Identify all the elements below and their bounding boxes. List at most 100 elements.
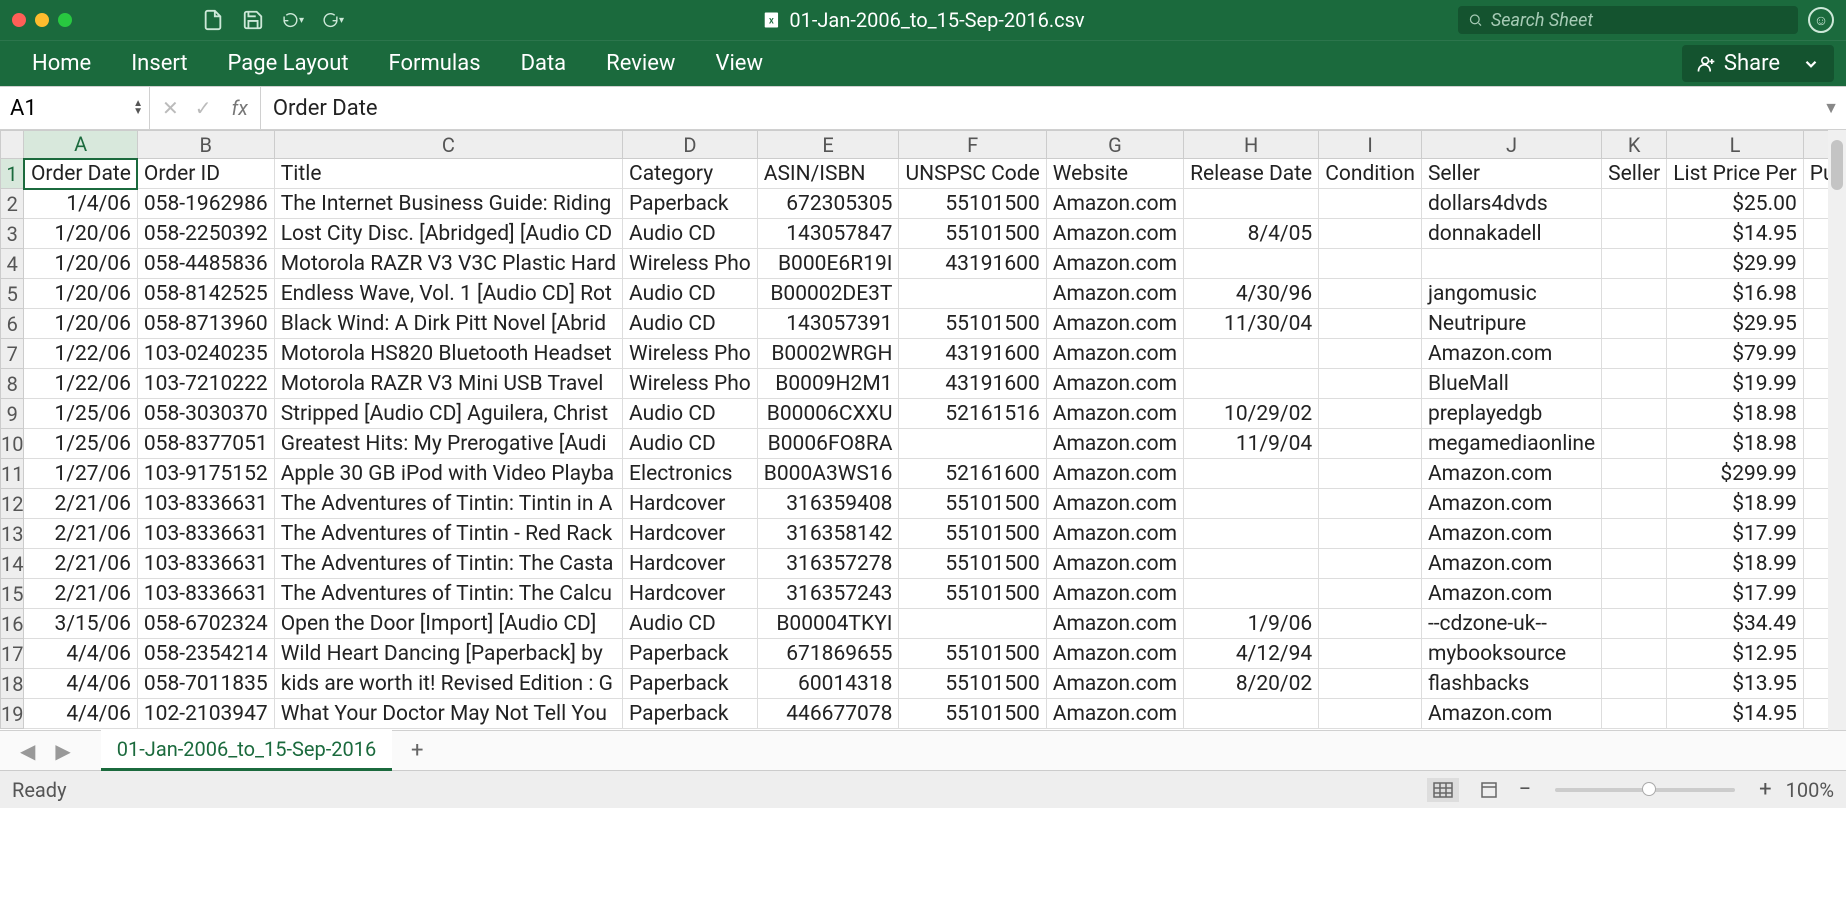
cell[interactable]: 55101500 bbox=[899, 699, 1046, 729]
cell[interactable]: 4/4/06 bbox=[24, 699, 137, 729]
cell[interactable]: The Adventures of Tintin - Red Rack bbox=[274, 519, 622, 549]
ribbon-tab-formulas[interactable]: Formulas bbox=[369, 41, 501, 86]
cell[interactable] bbox=[1319, 279, 1422, 309]
ribbon-tab-view[interactable]: View bbox=[695, 41, 783, 86]
cell[interactable]: What Your Doctor May Not Tell You bbox=[274, 699, 622, 729]
column-header-C[interactable]: C bbox=[274, 131, 622, 159]
cell[interactable]: Audio CD bbox=[623, 429, 758, 459]
row-header-5[interactable]: 5 bbox=[1, 279, 24, 309]
cell[interactable] bbox=[1602, 249, 1667, 279]
cell[interactable]: Amazon.com bbox=[1046, 429, 1183, 459]
cell[interactable]: $19.99 bbox=[1667, 369, 1804, 399]
cell[interactable]: 4/12/94 bbox=[1184, 639, 1319, 669]
cell[interactable]: Amazon.com bbox=[1421, 339, 1601, 369]
cell[interactable]: Amazon.com bbox=[1421, 459, 1601, 489]
cell[interactable] bbox=[1319, 219, 1422, 249]
cell[interactable]: The Adventures of Tintin: The Calcu bbox=[274, 579, 622, 609]
scrollbar-thumb[interactable] bbox=[1831, 140, 1843, 190]
zoom-slider[interactable] bbox=[1555, 788, 1735, 792]
name-box[interactable]: A1 ▲▼ bbox=[0, 87, 150, 129]
cell[interactable] bbox=[1602, 699, 1667, 729]
cell[interactable]: $18.98 bbox=[1667, 429, 1804, 459]
cell[interactable] bbox=[1319, 459, 1422, 489]
cell[interactable] bbox=[1319, 309, 1422, 339]
minimize-window-button[interactable] bbox=[35, 13, 49, 27]
select-all-corner[interactable] bbox=[1, 131, 24, 159]
row-header-9[interactable]: 9 bbox=[1, 399, 24, 429]
cell[interactable]: Amazon.com bbox=[1421, 489, 1601, 519]
cell[interactable]: Seller bbox=[1421, 159, 1601, 189]
cell[interactable]: Wild Heart Dancing [Paperback] by bbox=[274, 639, 622, 669]
cell[interactable]: Paperback bbox=[623, 189, 758, 219]
cell[interactable] bbox=[1319, 429, 1422, 459]
zoom-in-button[interactable]: + bbox=[1759, 777, 1771, 802]
cell[interactable]: 103-0240235 bbox=[137, 339, 274, 369]
cell[interactable]: 671869655 bbox=[757, 639, 899, 669]
column-header-I[interactable]: I bbox=[1319, 131, 1422, 159]
accept-formula-icon[interactable]: ✓ bbox=[195, 96, 212, 120]
cell[interactable]: 143057391 bbox=[757, 309, 899, 339]
row-header-12[interactable]: 12 bbox=[1, 489, 24, 519]
column-header-E[interactable]: E bbox=[757, 131, 899, 159]
cell[interactable]: Hardcover bbox=[623, 549, 758, 579]
zoom-thumb[interactable] bbox=[1642, 782, 1656, 796]
cell[interactable]: 11/30/04 bbox=[1184, 309, 1319, 339]
cell[interactable]: Amazon.com bbox=[1046, 249, 1183, 279]
cell[interactable] bbox=[899, 279, 1046, 309]
cell[interactable]: 1/4/06 bbox=[24, 189, 137, 219]
cell[interactable]: $25.00 bbox=[1667, 189, 1804, 219]
row-header-8[interactable]: 8 bbox=[1, 369, 24, 399]
cell[interactable] bbox=[1602, 429, 1667, 459]
cell[interactable]: Endless Wave, Vol. 1 [Audio CD] Rot bbox=[274, 279, 622, 309]
share-button[interactable]: Share bbox=[1682, 45, 1834, 82]
cell[interactable]: 1/25/06 bbox=[24, 429, 137, 459]
cell[interactable]: Release Date bbox=[1184, 159, 1319, 189]
row-header-18[interactable]: 18 bbox=[1, 669, 24, 699]
cell[interactable]: 1/20/06 bbox=[24, 249, 137, 279]
cell[interactable]: Audio CD bbox=[623, 399, 758, 429]
cell[interactable]: 058-3030370 bbox=[137, 399, 274, 429]
cell[interactable]: 3/15/06 bbox=[24, 609, 137, 639]
cell[interactable]: Motorola RAZR V3 Mini USB Travel bbox=[274, 369, 622, 399]
cell[interactable]: donnakadell bbox=[1421, 219, 1601, 249]
ribbon-tab-insert[interactable]: Insert bbox=[111, 41, 207, 86]
cell[interactable]: 55101500 bbox=[899, 669, 1046, 699]
cell[interactable]: 8/20/02 bbox=[1184, 669, 1319, 699]
cell[interactable]: Paperback bbox=[623, 669, 758, 699]
normal-view-button[interactable] bbox=[1427, 778, 1459, 802]
cell[interactable]: 058-2354214 bbox=[137, 639, 274, 669]
cell[interactable] bbox=[1319, 639, 1422, 669]
name-box-spinner[interactable]: ▲▼ bbox=[133, 100, 143, 116]
spreadsheet-grid[interactable]: ABCDEFGHIJKLMN1Order DateOrder IDTitleCa… bbox=[0, 130, 1846, 730]
column-header-G[interactable]: G bbox=[1046, 131, 1183, 159]
column-header-F[interactable]: F bbox=[899, 131, 1046, 159]
search-box[interactable] bbox=[1458, 6, 1798, 34]
cell[interactable]: $17.99 bbox=[1667, 579, 1804, 609]
cell[interactable]: Amazon.com bbox=[1421, 699, 1601, 729]
cell[interactable] bbox=[1602, 489, 1667, 519]
sheet-nav-next[interactable]: ▶ bbox=[45, 739, 80, 763]
cell[interactable]: Amazon.com bbox=[1046, 639, 1183, 669]
feedback-icon[interactable]: ☺ bbox=[1808, 7, 1834, 33]
cell[interactable]: 55101500 bbox=[899, 579, 1046, 609]
cell[interactable]: B00002DE3T bbox=[757, 279, 899, 309]
cell[interactable]: Apple 30 GB iPod with Video Playba bbox=[274, 459, 622, 489]
cell[interactable]: Audio CD bbox=[623, 279, 758, 309]
cell[interactable]: Hardcover bbox=[623, 579, 758, 609]
cell[interactable]: Amazon.com bbox=[1046, 579, 1183, 609]
cell[interactable] bbox=[1184, 189, 1319, 219]
cell[interactable]: Wireless Pho bbox=[623, 369, 758, 399]
row-header-10[interactable]: 10 bbox=[1, 429, 24, 459]
column-header-H[interactable]: H bbox=[1184, 131, 1319, 159]
cell[interactable]: 103-8336631 bbox=[137, 519, 274, 549]
cell[interactable] bbox=[1319, 549, 1422, 579]
cell[interactable] bbox=[1319, 519, 1422, 549]
cell[interactable]: 4/30/96 bbox=[1184, 279, 1319, 309]
cell[interactable]: 60014318 bbox=[757, 669, 899, 699]
cell[interactable]: B0009H2M1 bbox=[757, 369, 899, 399]
cell[interactable]: List Price Per bbox=[1667, 159, 1804, 189]
cell[interactable]: Amazon.com bbox=[1046, 399, 1183, 429]
cell[interactable]: 55101500 bbox=[899, 219, 1046, 249]
cell[interactable]: Lost City Disc. [Abridged] [Audio CD bbox=[274, 219, 622, 249]
cell[interactable]: Amazon.com bbox=[1046, 549, 1183, 579]
